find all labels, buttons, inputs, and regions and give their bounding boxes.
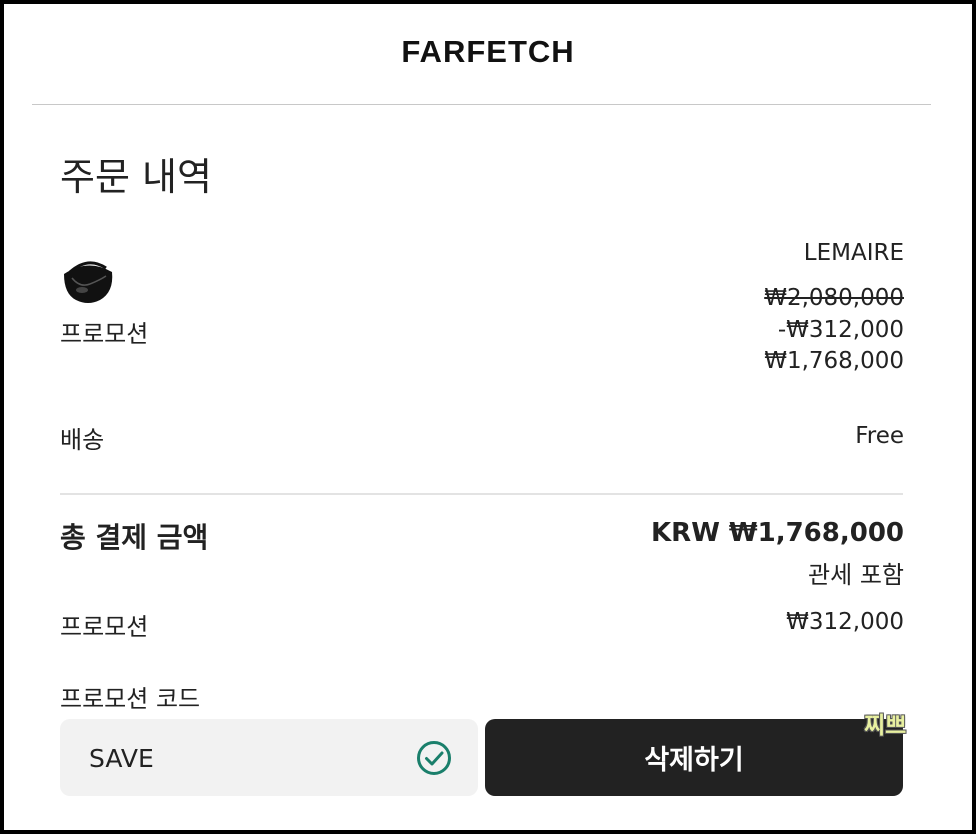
watermark-text: 찌쁘 [864, 713, 907, 739]
total-divider [60, 493, 903, 495]
promo-code-input[interactable] [89, 741, 389, 775]
total-note: 관세 포함 [808, 561, 904, 589]
promotion-value: ₩312,000 [786, 609, 904, 635]
promotion-label: 프로모션 [60, 613, 149, 641]
check-circle-icon [417, 741, 451, 775]
shipping-value: Free [855, 423, 904, 449]
item-final-price: ₩1,768,000 [764, 348, 904, 374]
item-original-price: ₩2,080,000 [764, 285, 904, 311]
shipping-label: 배송 [60, 426, 105, 454]
item-brand: LEMAIRE [803, 240, 904, 266]
header-divider [32, 104, 931, 105]
page-title: 주문 내역 [60, 155, 212, 199]
promo-code-label: 프로모션 코드 [60, 685, 201, 713]
remove-promo-button[interactable]: 삭제하기 [485, 719, 903, 796]
total-value: KRW ₩1,768,000 [651, 518, 904, 548]
brand-logo[interactable]: FARFETCH [4, 34, 972, 70]
promo-code-field[interactable] [60, 719, 478, 796]
item-discount: -₩312,000 [777, 317, 904, 343]
bag-thumbnail-icon [64, 261, 113, 303]
order-summary-panel: FARFETCH 주문 내역 LEMAIRE 프로모션 ₩2,080,000 -… [4, 4, 972, 830]
item-promo-label: 프로모션 [60, 320, 149, 348]
total-label: 총 결제 금액 [60, 521, 209, 554]
